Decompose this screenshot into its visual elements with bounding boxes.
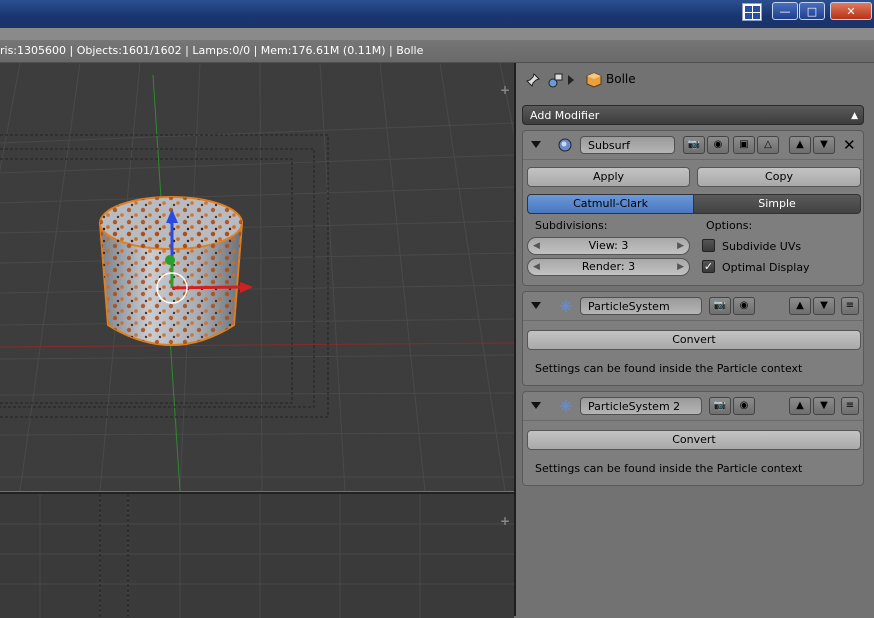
render-camera-icon[interactable]: 📷	[709, 397, 731, 415]
modifier-name-field[interactable]: ParticleSystem 2	[580, 397, 702, 415]
collapse-triangle-icon[interactable]	[531, 302, 541, 309]
options-label: Options:	[706, 219, 753, 232]
decrement-arrow-icon[interactable]: ◀	[533, 259, 540, 275]
move-down-icon[interactable]: ▼	[813, 297, 835, 315]
x-axis-line	[0, 342, 514, 348]
cage-mesh-icon[interactable]: △	[757, 136, 779, 154]
render-levels-field[interactable]: ◀ Render: 3 ▶	[527, 258, 690, 276]
pin-icon[interactable]	[526, 73, 540, 87]
move-up-icon[interactable]: ▲	[789, 297, 811, 315]
convert-button[interactable]: Convert	[527, 330, 861, 350]
move-up-icon[interactable]: ▲	[789, 136, 811, 154]
viewport-split-widget[interactable]: +	[500, 83, 510, 97]
object-cube-icon	[586, 72, 602, 88]
increment-arrow-icon[interactable]: ▶	[677, 238, 684, 254]
menu-area	[0, 28, 874, 40]
simple-option[interactable]: Simple	[693, 194, 861, 214]
subsurf-modifier-panel: Subsurf 📷 ◉ ▣ △ ▲ ▼ ✕ Apply Copy Catmull…	[522, 130, 864, 286]
scene-statistics: ris:1305600 | Objects:1601/1602 | Lamps:…	[0, 44, 424, 57]
realtime-eye-icon[interactable]: ◉	[707, 136, 729, 154]
copy-button[interactable]: Copy	[697, 167, 861, 187]
particles-icon	[560, 300, 572, 312]
particle-system-panel: ParticleSystem 📷 ◉ ▲ ▼ ≡ Convert Setting…	[522, 291, 864, 386]
catmull-clark-option[interactable]: Catmull-Clark	[527, 194, 694, 214]
maximize-button[interactable]: □	[799, 2, 825, 20]
modifier-name-field[interactable]: ParticleSystem	[580, 297, 702, 315]
render-camera-icon[interactable]: 📷	[709, 297, 731, 315]
floor-grid	[0, 63, 514, 491]
move-down-icon[interactable]: ▼	[813, 136, 835, 154]
realtime-eye-icon[interactable]: ◉	[733, 297, 755, 315]
drag-handle-icon[interactable]: ≡	[841, 297, 859, 315]
drag-handle-icon[interactable]: ≡	[841, 397, 859, 415]
particle-settings-info: Settings can be found inside the Particl…	[535, 362, 803, 375]
optimal-display-label: Optimal Display	[722, 261, 810, 274]
subdivide-uvs-checkbox[interactable]	[702, 239, 715, 252]
apply-button[interactable]: Apply	[527, 167, 690, 187]
collapse-triangle-icon[interactable]	[531, 141, 541, 148]
lower-split-widget[interactable]: +	[500, 514, 510, 528]
remove-modifier-icon[interactable]: ✕	[843, 136, 856, 154]
move-down-icon[interactable]: ▼	[813, 397, 835, 415]
optimal-display-checkbox[interactable]: ✓	[702, 260, 715, 273]
subdivide-uvs-label: Subdivide UVs	[722, 240, 802, 253]
info-bar: ris:1305600 | Objects:1601/1602 | Lamps:…	[0, 40, 874, 63]
decrement-arrow-icon[interactable]: ◀	[533, 238, 540, 254]
particle-system-header: ParticleSystem 📷 ◉ ▲ ▼ ≡	[523, 292, 863, 321]
view-levels-field[interactable]: ◀ View: 3 ▶	[527, 237, 690, 255]
breadcrumb-object-name: Bolle	[606, 72, 636, 86]
convert-button[interactable]: Convert	[527, 430, 861, 450]
view-levels-value: View: 3	[588, 239, 629, 252]
updown-arrows-icon: ▲	[851, 111, 858, 121]
subdivisions-label: Subdivisions:	[535, 219, 608, 232]
properties-header: Bolle	[516, 63, 874, 97]
window-layout-icon[interactable]	[742, 3, 762, 21]
modifier-name-field[interactable]: Subsurf	[580, 136, 675, 154]
subsurf-modifier-icon	[558, 138, 572, 152]
lower-editor-grid	[0, 494, 514, 618]
add-modifier-dropdown[interactable]: Add Modifier ▲	[522, 105, 864, 125]
minimize-button[interactable]: —	[772, 2, 798, 20]
editmode-icon[interactable]: ▣	[733, 136, 755, 154]
properties-editor: Bolle Add Modifier ▲ Subsurf 📷 ◉ ▣ △ ▲ ▼…	[516, 63, 874, 616]
render-camera-icon[interactable]: 📷	[683, 136, 705, 154]
viewport-scene[interactable]	[0, 63, 514, 491]
close-window-button[interactable]: ✕	[830, 2, 872, 20]
particle-settings-info: Settings can be found inside the Particl…	[535, 462, 803, 475]
window-titlebar: — □ ✕	[0, 0, 874, 28]
move-up-icon[interactable]: ▲	[789, 397, 811, 415]
timeline-editor[interactable]: +	[0, 492, 514, 618]
collapse-triangle-icon[interactable]	[531, 402, 541, 409]
chevron-right-icon	[568, 75, 574, 85]
render-levels-value: Render: 3	[581, 260, 636, 273]
realtime-eye-icon[interactable]: ◉	[733, 397, 755, 415]
3d-viewport[interactable]: +	[0, 63, 514, 491]
subsurf-panel-header: Subsurf 📷 ◉ ▣ △ ▲ ▼ ✕	[523, 131, 863, 160]
particles-icon	[560, 400, 572, 412]
add-modifier-label: Add Modifier	[530, 109, 600, 122]
scene-icon[interactable]	[548, 72, 564, 88]
particle-system-2-header: ParticleSystem 2 📷 ◉ ▲ ▼ ≡	[523, 392, 863, 421]
increment-arrow-icon[interactable]: ▶	[677, 259, 684, 275]
particle-system-2-panel: ParticleSystem 2 📷 ◉ ▲ ▼ ≡ Convert Setti…	[522, 391, 864, 486]
